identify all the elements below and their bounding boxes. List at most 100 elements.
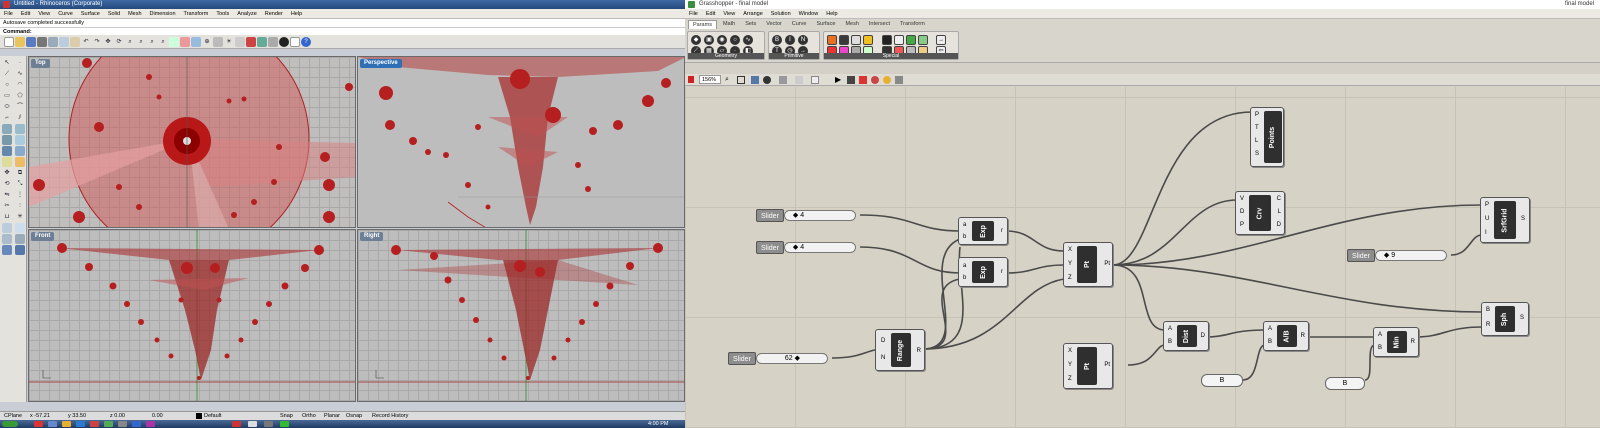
arc-icon[interactable]: ◠	[15, 80, 25, 90]
srfgrid-input-i[interactable]: I	[1485, 229, 1487, 237]
component-crv[interactable]: V D P Crv C L D	[1235, 191, 1285, 235]
tab-params[interactable]: Params	[688, 20, 717, 29]
min-output-r[interactable]: R	[1411, 338, 1415, 346]
copy-object-icon[interactable]: ⧉	[15, 168, 25, 178]
undo-view-icon[interactable]	[169, 36, 179, 47]
cluster-input-icon[interactable]: →	[936, 35, 946, 45]
component-pt-1[interactable]: X Y Z Pt Pt	[1063, 242, 1113, 287]
taskbar-media-icon[interactable]	[90, 421, 99, 427]
zoom-dropdown[interactable]: 156%	[699, 75, 721, 84]
status-planar[interactable]: Planar	[324, 412, 340, 420]
geometry-param-icon[interactable]: ◆	[691, 35, 701, 45]
join-icon[interactable]: ⊔	[2, 212, 12, 222]
copy-icon[interactable]	[59, 36, 69, 47]
undo-icon[interactable]: ↶	[81, 37, 91, 47]
pt1-input-y[interactable]: Y	[1068, 260, 1072, 268]
tab-mesh[interactable]: Mesh	[841, 20, 862, 29]
sphere-icon[interactable]	[15, 146, 25, 156]
viewport-top-label[interactable]: Top	[31, 59, 50, 68]
viewport-perspective-label[interactable]: Perspective	[360, 59, 402, 68]
crv-output-l[interactable]: L	[1278, 208, 1281, 216]
zoom-icon[interactable]: ⌕	[725, 75, 729, 84]
gh-menu-window[interactable]: Window	[795, 11, 823, 17]
command-prompt[interactable]: Command:	[0, 27, 685, 35]
component-distance[interactable]: A B Dist D	[1163, 321, 1209, 351]
circle-param-icon[interactable]: ○	[730, 35, 740, 45]
rhino-menu-edit[interactable]: Edit	[17, 11, 34, 17]
exp2-input-a[interactable]: a	[963, 262, 966, 270]
component-range[interactable]: D N Range R	[875, 329, 925, 371]
group-icon[interactable]	[2, 223, 12, 233]
points-input-s[interactable]: S	[1255, 150, 1259, 158]
exp1-output-r[interactable]: r	[1001, 227, 1003, 235]
component-exp-2[interactable]: a b Exp r	[958, 257, 1008, 287]
status-ortho[interactable]: Ortho	[302, 412, 316, 420]
redo-icon[interactable]: ↷	[92, 37, 102, 47]
render-tools-icon[interactable]	[15, 245, 25, 255]
component-exp-1[interactable]: a b Exp r	[958, 217, 1008, 245]
polyline-icon[interactable]: ⟋	[2, 69, 12, 79]
properties-icon[interactable]	[235, 36, 245, 47]
mirror-icon[interactable]: ⇋	[2, 190, 12, 200]
zoom-extents-canvas-icon[interactable]	[737, 76, 745, 84]
tab-surface[interactable]: Surface	[812, 20, 839, 29]
dist-output-d[interactable]: D	[1201, 332, 1205, 340]
panel-b-1[interactable]: B	[1201, 374, 1243, 387]
component-sphere[interactable]: B R Sph S	[1481, 302, 1529, 336]
viewport-perspective[interactable]: Perspective	[357, 56, 685, 228]
rhino-menu-analyze[interactable]: Analyze	[233, 11, 261, 17]
offset-icon[interactable]: ⫽	[15, 113, 25, 123]
number-param-icon[interactable]: N	[798, 35, 808, 45]
tab-intersect[interactable]: Intersect	[865, 20, 894, 29]
gh-menu-help[interactable]: Help	[822, 11, 841, 17]
tab-math[interactable]: Math	[719, 20, 739, 29]
min-input-b[interactable]: B	[1378, 344, 1382, 352]
rhino-menu-mesh[interactable]: Mesh	[124, 11, 145, 17]
crv-output-c[interactable]: C	[1277, 195, 1281, 203]
document-preview-icon[interactable]	[811, 76, 819, 84]
save-icon[interactable]	[26, 36, 36, 47]
number-slider-1[interactable]: Slider ◆ 4	[756, 208, 856, 222]
zoom-selected-icon[interactable]: ⌕	[158, 37, 168, 47]
srfgrid-input-u[interactable]: U	[1485, 215, 1489, 223]
loft-icon[interactable]	[2, 135, 12, 145]
graph-mapper-icon[interactable]	[882, 35, 892, 45]
gh-menu-solution[interactable]: Solution	[767, 11, 795, 17]
point-icon[interactable]: ·	[15, 58, 25, 68]
rhino-menu-help[interactable]: Help	[287, 11, 306, 17]
boolean-param-icon[interactable]: B	[772, 35, 782, 45]
render-preview-icon[interactable]	[279, 36, 289, 47]
bake-icon[interactable]	[847, 76, 855, 84]
help-icon[interactable]: ?	[301, 36, 311, 47]
exp2-input-b[interactable]: b	[963, 274, 966, 282]
rotate-icon[interactable]: ⟲	[2, 179, 12, 189]
wireframe-preview-icon[interactable]	[763, 76, 771, 84]
crv-input-v[interactable]: V	[1240, 195, 1244, 203]
cut-icon[interactable]	[48, 36, 58, 47]
srfgrid-input-p[interactable]: P	[1485, 201, 1489, 209]
open-file-icon[interactable]	[688, 76, 694, 83]
integer-param-icon[interactable]: I	[785, 35, 795, 45]
sph-input-r[interactable]: R	[1486, 321, 1490, 329]
preview-selected-icon[interactable]	[795, 76, 803, 84]
gh-menu-view[interactable]: View	[719, 11, 739, 17]
ellipse-icon[interactable]: ⬭	[2, 102, 12, 112]
points-input-p[interactable]: P	[1255, 111, 1259, 119]
pt1-input-x[interactable]: X	[1068, 246, 1072, 254]
number-slider-3[interactable]: Slider 62 ◆	[728, 351, 828, 365]
preview-mode-icon[interactable]	[751, 76, 759, 84]
taskbar-app6-icon[interactable]	[248, 421, 257, 427]
palette-icon[interactable]	[918, 35, 928, 45]
preview-color-icon[interactable]	[859, 76, 867, 84]
viewport-right-label[interactable]: Right	[360, 232, 384, 241]
viewport-front-label[interactable]: Front	[31, 232, 55, 241]
taskbar-app3-icon[interactable]	[118, 421, 127, 427]
component-points[interactable]: P T L S Points	[1250, 107, 1284, 167]
rhino-menu-surface[interactable]: Surface	[77, 11, 104, 17]
layer-icon[interactable]	[213, 36, 223, 47]
crv-input-p[interactable]: P	[1240, 221, 1244, 229]
slider-1-track[interactable]: ◆ 4	[783, 209, 856, 221]
exp1-input-a[interactable]: a	[963, 221, 966, 229]
pt2-input-y[interactable]: Y	[1068, 361, 1072, 369]
srfgrid-output-s[interactable]: S	[1521, 215, 1525, 223]
